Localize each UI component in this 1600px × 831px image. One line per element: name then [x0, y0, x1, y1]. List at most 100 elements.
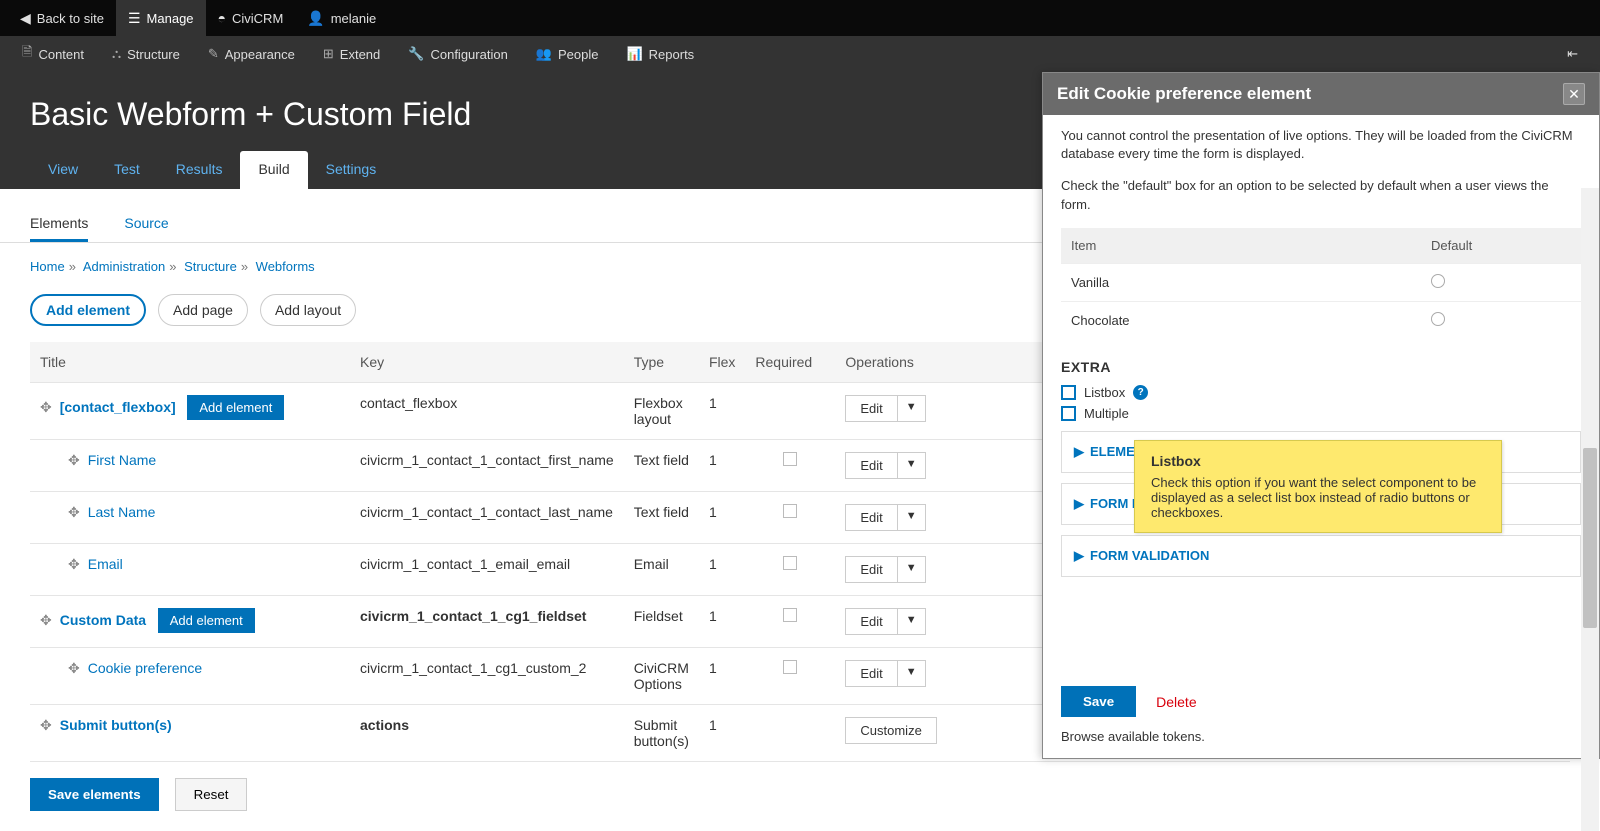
edit-dropdown-toggle[interactable]: ▼	[898, 504, 926, 531]
user-menu[interactable]: 👤melanie	[295, 0, 388, 36]
panel-save-button[interactable]: Save	[1061, 686, 1136, 717]
edit-dropdown-toggle[interactable]: ▼	[898, 395, 926, 422]
panel-delete-link[interactable]: Delete	[1156, 694, 1196, 710]
customize-button[interactable]: Customize	[845, 717, 936, 744]
element-title-link[interactable]: Email	[88, 556, 123, 572]
drag-handle-icon[interactable]: ✥	[68, 504, 80, 520]
listbox-option-row: Listbox ?	[1061, 385, 1581, 400]
close-panel-button[interactable]: ✕	[1563, 83, 1585, 105]
drag-handle-icon[interactable]: ✥	[68, 452, 80, 468]
tab-view[interactable]: View	[30, 151, 96, 189]
add-child-element-button[interactable]: Add element	[187, 395, 284, 420]
save-elements-button[interactable]: Save elements	[30, 778, 159, 811]
drag-handle-icon[interactable]: ✥	[68, 660, 80, 676]
drag-handle-icon[interactable]: ✥	[68, 556, 80, 572]
required-checkbox[interactable]	[783, 504, 797, 518]
col-flex: Flex	[699, 342, 745, 383]
add-page-button[interactable]: Add page	[158, 294, 248, 326]
required-checkbox[interactable]	[783, 660, 797, 674]
structure-icon: ⛬	[112, 46, 121, 62]
back-to-site[interactable]: ◀Back to site	[8, 0, 116, 36]
option-row: Vanilla	[1061, 263, 1581, 301]
menu-extend[interactable]: ⊞Extend	[309, 36, 394, 72]
col-key: Key	[350, 342, 624, 383]
element-title-link[interactable]: Submit button(s)	[60, 717, 172, 733]
breadcrumb-home[interactable]: Home	[30, 259, 65, 274]
admin-toolbar-secondary: 🗎Content ⛬Structure ✎Appearance ⊞Extend …	[0, 36, 1600, 72]
tab-test[interactable]: Test	[96, 151, 158, 189]
drag-handle-icon[interactable]: ✥	[40, 399, 52, 415]
required-checkbox[interactable]	[783, 452, 797, 466]
breadcrumb-structure[interactable]: Structure	[184, 259, 237, 274]
add-layout-button[interactable]: Add layout	[260, 294, 356, 326]
menu-structure[interactable]: ⛬Structure	[98, 36, 194, 72]
tooltip-title: Listbox	[1151, 453, 1485, 469]
edit-button[interactable]: Edit	[845, 504, 897, 531]
subtab-elements[interactable]: Elements	[30, 207, 88, 242]
edit-dropdown-toggle[interactable]: ▼	[898, 556, 926, 583]
manage-menu[interactable]: ☰Manage	[116, 0, 206, 36]
triangle-right-icon: ▶	[1074, 444, 1084, 459]
triangle-right-icon: ▶	[1074, 496, 1084, 511]
element-title-link[interactable]: Last Name	[88, 504, 156, 520]
edit-button[interactable]: Edit	[845, 556, 897, 583]
breadcrumb-administration[interactable]: Administration	[83, 259, 165, 274]
col-required: Required	[745, 342, 835, 383]
panel-title: Edit Cookie preference element	[1057, 84, 1311, 104]
drag-handle-icon[interactable]: ✥	[40, 717, 52, 733]
edit-button[interactable]: Edit	[845, 452, 897, 479]
opt-col-default: Default	[1421, 228, 1581, 264]
listbox-checkbox[interactable]	[1061, 385, 1076, 400]
multiple-checkbox[interactable]	[1061, 406, 1076, 421]
panel-info-1: You cannot control the presentation of l…	[1061, 127, 1581, 163]
col-title: Title	[30, 342, 350, 383]
tab-settings[interactable]: Settings	[308, 151, 395, 189]
edit-button[interactable]: Edit	[845, 660, 897, 687]
default-radio[interactable]	[1431, 312, 1445, 326]
edit-button[interactable]: Edit	[845, 608, 897, 635]
panel-info-2: Check the "default" box for an option to…	[1061, 177, 1581, 213]
menu-people[interactable]: 👥People	[522, 36, 613, 72]
breadcrumb-webforms[interactable]: Webforms	[256, 259, 315, 274]
subtab-source[interactable]: Source	[124, 207, 168, 242]
option-row: Chocolate	[1061, 301, 1581, 339]
toolbar-orientation-toggle[interactable]: ⇤	[1553, 36, 1592, 72]
reset-button[interactable]: Reset	[175, 778, 248, 811]
edit-dropdown-toggle[interactable]: ▼	[898, 608, 926, 635]
listbox-label: Listbox	[1084, 385, 1125, 400]
element-title-link[interactable]: Custom Data	[60, 612, 146, 628]
default-radio[interactable]	[1431, 274, 1445, 288]
puzzle-icon: ⊞	[323, 46, 334, 62]
menu-appearance[interactable]: ✎Appearance	[194, 36, 309, 72]
extra-heading: EXTRA	[1061, 359, 1581, 375]
panel-body[interactable]: You cannot control the presentation of l…	[1043, 115, 1599, 674]
add-element-button[interactable]: Add element	[30, 294, 146, 326]
edit-dropdown-toggle[interactable]: ▼	[898, 660, 926, 687]
opt-col-item: Item	[1061, 228, 1421, 264]
menu-configuration[interactable]: 🔧Configuration	[394, 36, 522, 72]
browse-tokens-link[interactable]: Browse available tokens.	[1043, 729, 1599, 758]
civicrm-menu[interactable]: ◓CiviCRM	[206, 0, 296, 36]
close-icon: ✕	[1568, 86, 1580, 103]
menu-reports[interactable]: 📊Reports	[612, 36, 708, 72]
tab-build[interactable]: Build	[240, 151, 307, 189]
section-form-validation[interactable]: ▶FORM VALIDATION	[1061, 535, 1581, 577]
add-child-element-button[interactable]: Add element	[158, 608, 255, 633]
element-title-link[interactable]: [contact_flexbox]	[60, 399, 176, 415]
edit-dropdown-toggle[interactable]: ▼	[898, 452, 926, 479]
options-table: Item Default Vanilla Chocolate	[1061, 228, 1581, 339]
element-title-link[interactable]: Cookie preference	[88, 660, 202, 676]
panel-scrollbar[interactable]	[1581, 188, 1599, 831]
chart-icon: 📊	[626, 46, 642, 62]
drag-handle-icon[interactable]: ✥	[40, 612, 52, 628]
required-checkbox[interactable]	[783, 608, 797, 622]
chevron-left-icon: ◀	[20, 10, 31, 27]
element-title-link[interactable]: First Name	[88, 452, 156, 468]
brush-icon: ✎	[208, 46, 219, 62]
admin-toolbar-top: ◀Back to site ☰Manage ◓CiviCRM 👤melanie	[0, 0, 1600, 36]
help-icon[interactable]: ?	[1133, 385, 1148, 400]
tab-results[interactable]: Results	[158, 151, 241, 189]
required-checkbox[interactable]	[783, 556, 797, 570]
edit-button[interactable]: Edit	[845, 395, 897, 422]
menu-content[interactable]: 🗎Content	[8, 36, 98, 72]
